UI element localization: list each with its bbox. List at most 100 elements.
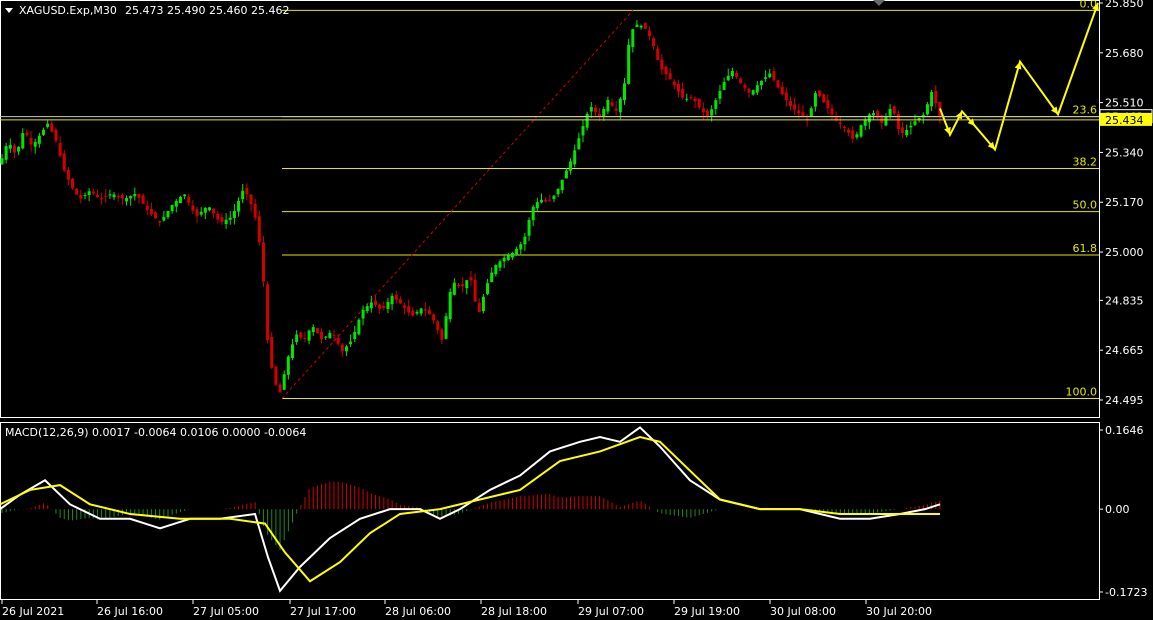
candle-body xyxy=(510,252,514,258)
candle-body xyxy=(789,101,792,106)
candle-body xyxy=(896,113,900,129)
macd-tick-label: -0.1723 xyxy=(1105,586,1147,599)
time-tick-label: 29 Jul 19:00 xyxy=(674,605,740,618)
candle-body xyxy=(183,194,187,197)
candle-body xyxy=(701,108,705,113)
candle-body xyxy=(793,104,797,110)
candle-body xyxy=(42,129,45,135)
price-tick-label: 24.665 xyxy=(1105,344,1144,357)
candle-body xyxy=(818,90,822,97)
time-tick-label: 28 Jul 18:00 xyxy=(481,605,547,618)
candle-body xyxy=(656,48,660,60)
candle-body xyxy=(324,336,328,338)
candle-body xyxy=(714,100,718,109)
candle-body xyxy=(432,314,436,321)
candle-body xyxy=(548,199,552,201)
candle-body xyxy=(797,110,801,114)
fib-level-label: 23.6 xyxy=(1073,104,1098,117)
price-tick-label: 25.340 xyxy=(1105,146,1144,159)
candle-body xyxy=(847,129,851,133)
candle-body xyxy=(635,24,639,28)
candle-body xyxy=(369,302,373,309)
candle-body xyxy=(461,284,465,287)
candle-body xyxy=(320,331,324,340)
time-tick-label: 29 Jul 07:00 xyxy=(578,605,644,618)
candle-body xyxy=(515,248,519,256)
fib-level-label: 100.0 xyxy=(1066,386,1098,399)
candle-body xyxy=(353,331,357,339)
fib-level-label: 61.8 xyxy=(1073,242,1098,255)
candle-body xyxy=(730,70,734,77)
candle-body xyxy=(382,305,386,309)
candle-body xyxy=(672,81,676,86)
candle-body xyxy=(444,316,448,339)
candle-body xyxy=(46,123,50,127)
trading-chart[interactable]: 0.023.638.250.061.8100.0 25.85025.68025.… xyxy=(0,0,1153,620)
candle-body xyxy=(37,135,41,144)
candle-body xyxy=(780,86,784,95)
candle-body xyxy=(556,188,560,195)
candle-body xyxy=(365,306,369,312)
time-axis: 26 Jul 2021 26 Jul 16:00 27 Jul 05:00 27 Ju… xyxy=(1,599,932,618)
candle-body xyxy=(784,92,788,101)
candle-body xyxy=(203,207,207,213)
candle-body xyxy=(245,187,249,195)
candle-body xyxy=(552,195,556,199)
price-tick-label: 25.000 xyxy=(1105,246,1144,259)
candle-body xyxy=(735,73,739,78)
candle-body xyxy=(589,107,593,112)
candle-body xyxy=(17,146,21,152)
candle-body xyxy=(498,261,502,268)
macd-pane[interactable] xyxy=(0,422,1100,600)
marker-price-label: 25.434 xyxy=(1105,114,1144,127)
price-pane[interactable] xyxy=(0,0,1100,418)
candle-body xyxy=(494,265,498,275)
candle-body xyxy=(901,127,905,133)
macd-tick-label: 0.1646 xyxy=(1105,424,1144,437)
price-tick-label: 25.170 xyxy=(1105,196,1144,209)
candle-body xyxy=(91,191,95,194)
macd-label: MACD(12,26,9) 0.0017 -0.0064 0.0106 0.00… xyxy=(5,426,306,439)
candle-body xyxy=(328,333,332,339)
candle-body xyxy=(809,108,813,117)
candle-body xyxy=(403,305,407,308)
candle-body xyxy=(170,205,174,212)
candle-body xyxy=(66,169,70,180)
candle-body xyxy=(577,138,581,150)
candle-body xyxy=(523,236,527,245)
candle-body xyxy=(349,341,353,345)
candle-body xyxy=(884,116,888,126)
candle-body xyxy=(689,96,693,98)
time-tick-label: 27 Jul 05:00 xyxy=(193,605,259,618)
candle-body xyxy=(888,108,892,116)
candle-body xyxy=(374,300,377,305)
candle-body xyxy=(8,144,12,149)
candle-body xyxy=(830,108,834,115)
candle-body xyxy=(697,98,701,108)
candle-body xyxy=(158,220,162,223)
candle-body xyxy=(336,338,340,344)
candle-body xyxy=(872,113,875,116)
candle-body xyxy=(473,279,477,302)
macd-tick-label: 0.00 xyxy=(1105,503,1130,516)
candle-body xyxy=(436,321,440,330)
candle-body xyxy=(187,196,191,203)
candle-body xyxy=(540,199,543,203)
candle-body xyxy=(747,88,751,93)
price-tick-label: 24.835 xyxy=(1105,294,1144,307)
candle-body xyxy=(303,338,307,340)
candle-body xyxy=(855,134,859,138)
candle-body xyxy=(772,71,776,81)
candle-body xyxy=(394,294,398,300)
candle-body xyxy=(573,150,577,165)
candle-body xyxy=(477,302,481,312)
candle-body xyxy=(569,161,573,171)
candle-body xyxy=(228,217,232,220)
candle-body xyxy=(486,283,490,295)
candle-body xyxy=(291,344,294,359)
price-tick-label: 24.495 xyxy=(1105,394,1144,407)
candle-body xyxy=(427,309,431,315)
candle-body xyxy=(593,107,597,112)
candle-body xyxy=(905,129,909,136)
candle-body xyxy=(274,366,278,385)
